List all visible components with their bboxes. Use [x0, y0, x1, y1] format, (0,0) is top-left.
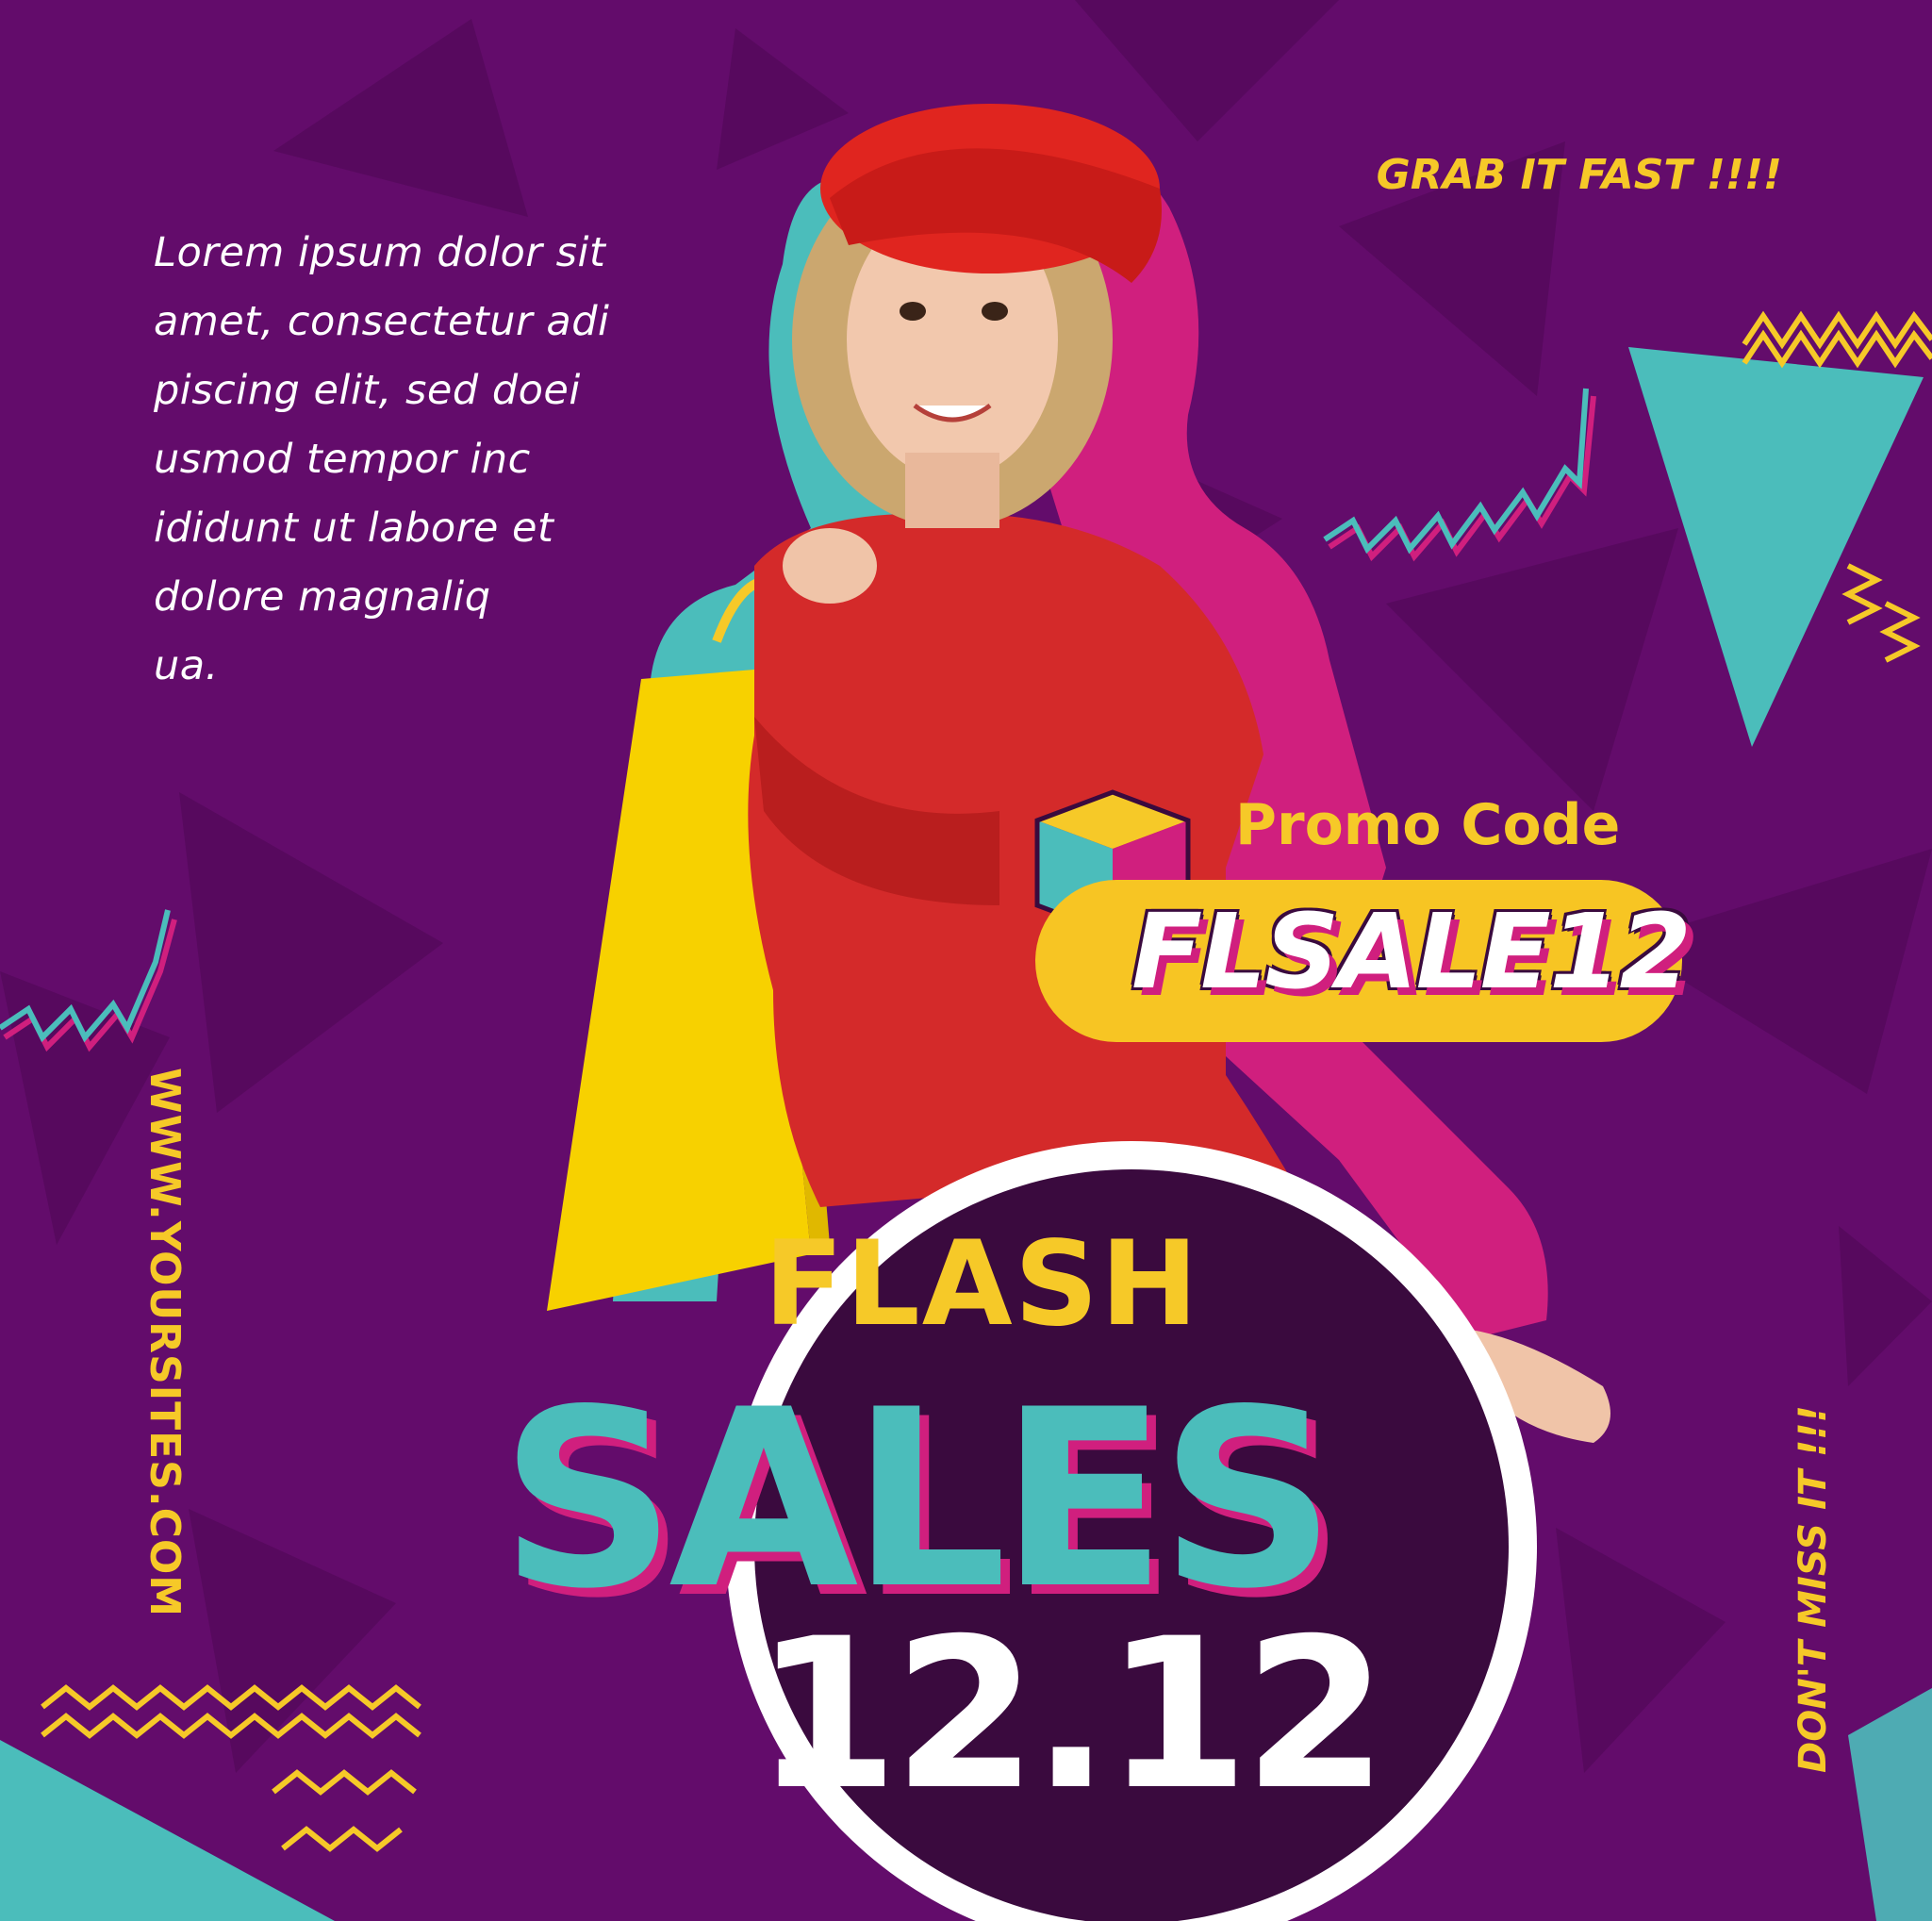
promo-label: Promo Code: [1235, 792, 1621, 858]
top-tagline: GRAB IT FAST !!!!: [1376, 151, 1782, 199]
triangle-icon: [1848, 1688, 1932, 1921]
side-tagline: DON'T MISS IT !!!: [1792, 1405, 1835, 1773]
headline-date: 12.12: [754, 1594, 1388, 1835]
website-text: WWW.YOURSITES.COM: [140, 1068, 189, 1618]
headline-flash: FLASH: [764, 1217, 1200, 1352]
flash-sale-poster: Lorem ipsum dolor sit amet, consectetur …: [0, 0, 1932, 1921]
promo-code: FLSALE12: [1131, 891, 1692, 1012]
body-text: Lorem ipsum dolor sit amet, consectetur …: [154, 229, 610, 689]
zigzag-icon: [1323, 388, 1596, 562]
triangle-icon: [0, 1740, 335, 1921]
